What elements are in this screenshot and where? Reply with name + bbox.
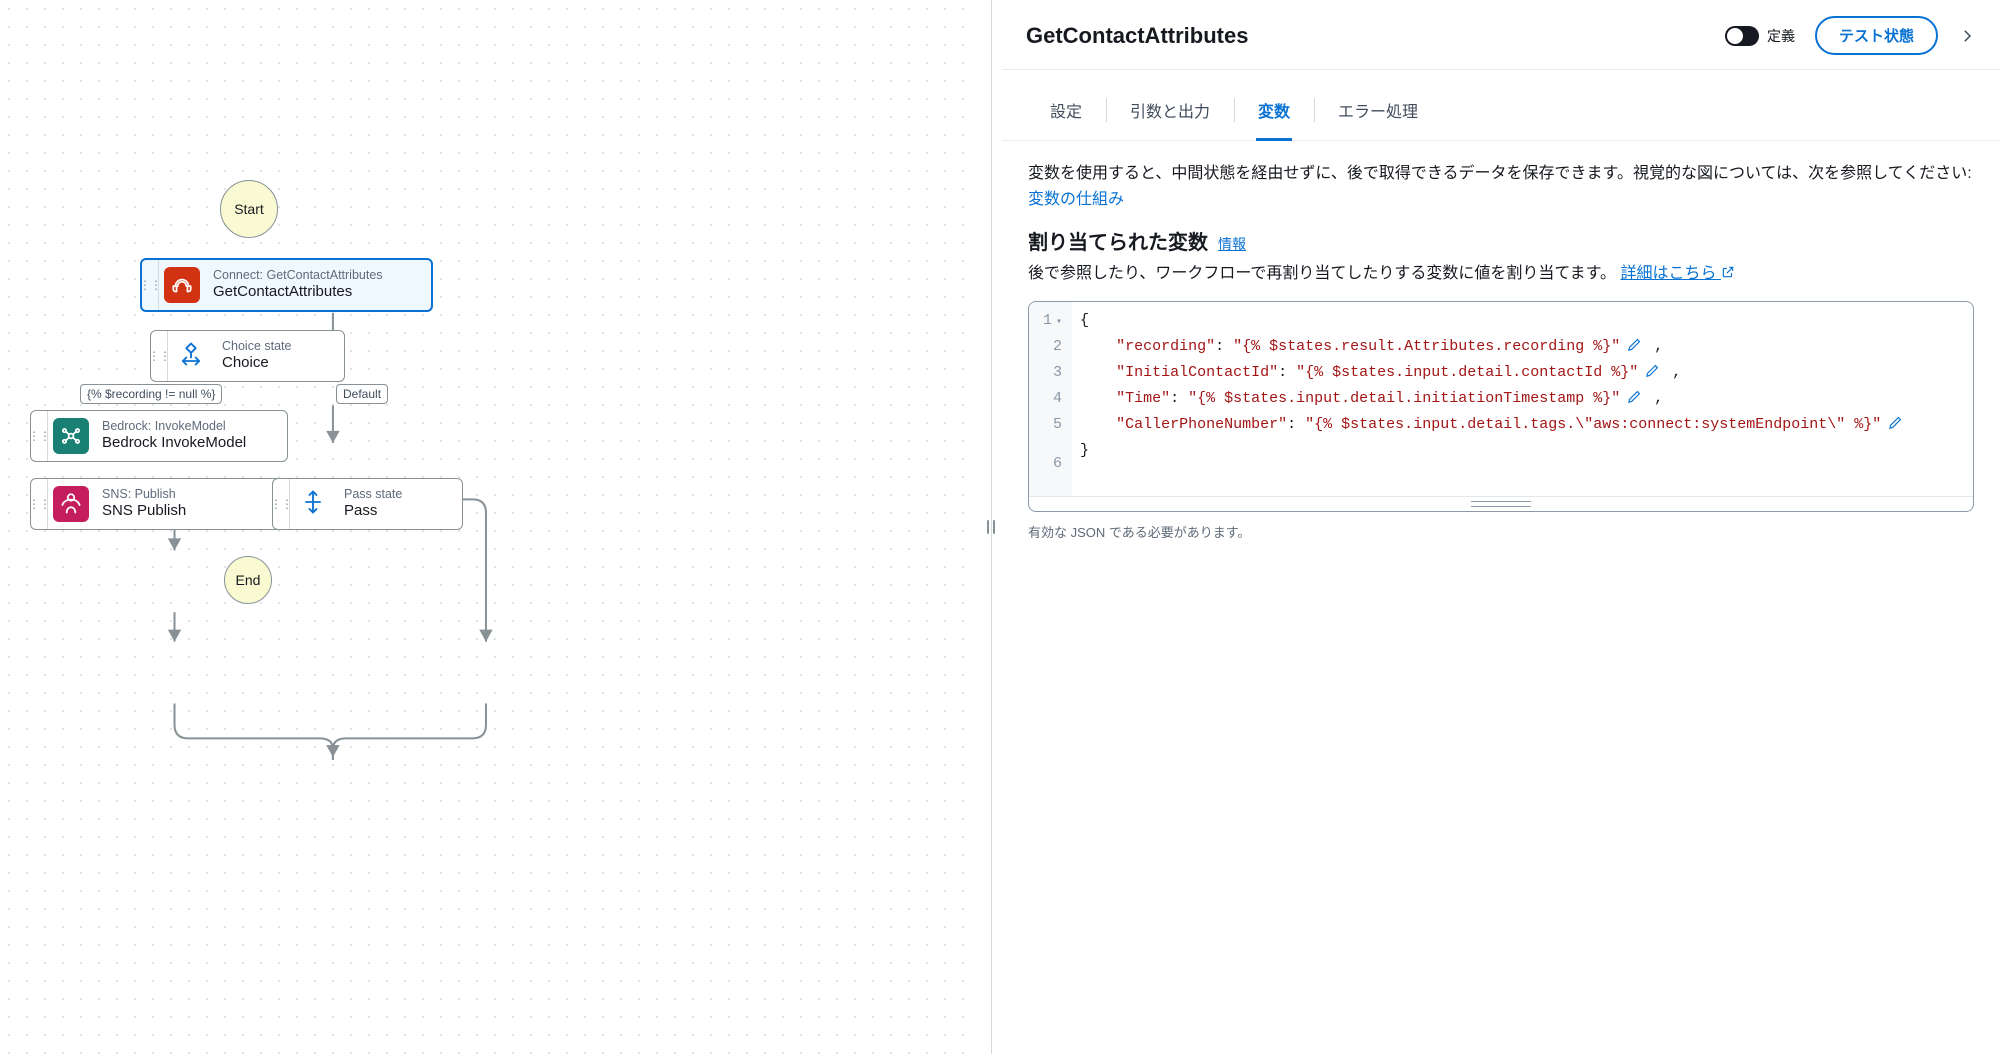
end-node[interactable]: End [224,556,272,604]
state-node-sns[interactable]: ⋮⋮ SNS: Publish SNS Publish [30,478,288,530]
state-title: Pass [344,502,402,521]
pencil-icon[interactable] [1626,336,1643,353]
definition-toggle-label: 定義 [1767,26,1795,46]
pencil-icon[interactable] [1626,388,1643,405]
editor-resize-handle[interactable] [1029,496,1973,511]
state-subtitle: Bedrock: InvokeModel [102,419,246,434]
assigned-variables-heading: 割り当てられた変数 [1028,226,1208,255]
state-node-bedrock[interactable]: ⋮⋮ Bedrock: InvokeModel Bedrock InvokeMo… [30,410,288,462]
bedrock-service-icon [53,418,89,454]
editor-gutter: 1▾ 2 3 4 5 6 [1029,302,1072,496]
panel-tabs: 設定 引数と出力 変数 エラー処理 [1002,70,2000,141]
start-node-label: Start [234,201,264,217]
pass-icon [299,488,327,519]
state-subtitle: Connect: GetContactAttributes [213,268,383,283]
json-hint: 有効な JSON である必要があります。 [1028,522,1974,541]
choice-rule-label[interactable]: {% $recording != null %} [80,384,222,404]
state-subtitle: Choice state [222,339,291,354]
state-title: Choice [222,354,291,373]
state-subtitle: SNS: Publish [102,487,186,502]
toggle-switch-icon [1725,26,1759,46]
assign-description: 後で参照したり、ワークフローで再割り当てしたりする変数に値を割り当てます。 詳細… [1028,261,1974,287]
tab-variables[interactable]: 変数 [1234,88,1314,140]
workflow-canvas[interactable]: Start ⋮⋮ Connect: GetContactAttributes G… [0,0,980,1054]
choice-default-label[interactable]: Default [336,384,388,404]
test-state-button[interactable]: テスト状態 [1815,16,1938,55]
drag-handle-icon[interactable]: ⋮⋮ [151,331,168,381]
panel-title: GetContactAttributes [1026,23,1705,49]
pencil-icon[interactable] [1644,362,1661,379]
drag-handle-icon[interactable]: ⋮⋮ [142,260,159,310]
drag-handle-icon[interactable]: ⋮⋮ [31,411,48,461]
info-link[interactable]: 情報 [1218,234,1246,254]
drag-handle-icon[interactable]: ⋮⋮ [273,479,290,529]
chevron-right-icon[interactable] [1958,27,1976,45]
learn-more-link[interactable]: 詳細はこちら [1620,265,1734,282]
choice-icon [177,340,205,371]
state-subtitle: Pass state [344,487,402,502]
inspector-panel: GetContactAttributes 定義 テスト状態 設定 引数と出力 変… [1002,0,2000,1054]
variables-description: 変数を使用すると、中間状態を経由せずに、後で取得できるデータを保存できます。視覚… [1028,161,1974,212]
json-editor[interactable]: 1▾ 2 3 4 5 6 { "recording": "{% $states.… [1028,301,1974,512]
start-node[interactable]: Start [220,180,278,238]
tab-errors[interactable]: エラー処理 [1314,88,1442,140]
sns-service-icon [53,486,89,522]
state-node-get-contact-attributes[interactable]: ⋮⋮ Connect: GetContactAttributes GetCont… [140,258,433,312]
state-node-pass[interactable]: ⋮⋮ Pass state Pass [272,478,463,530]
editor-content[interactable]: { "recording": "{% $states.result.Attrib… [1072,302,1973,496]
tab-io[interactable]: 引数と出力 [1106,88,1234,140]
state-title: GetContactAttributes [213,283,383,302]
state-node-choice[interactable]: ⋮⋮ Choice state Choice [150,330,345,382]
end-node-label: End [236,572,261,588]
pencil-icon[interactable] [1887,414,1904,431]
state-title: Bedrock InvokeModel [102,434,246,453]
tab-config[interactable]: 設定 [1026,88,1106,140]
drag-handle-icon[interactable]: ⋮⋮ [31,479,48,529]
how-variables-work-link[interactable]: 変数の仕組み [1028,191,1124,208]
pane-resize-handle[interactable] [980,0,1002,1054]
state-title: SNS Publish [102,502,186,521]
definition-toggle[interactable]: 定義 [1725,26,1795,46]
connect-service-icon [164,267,200,303]
